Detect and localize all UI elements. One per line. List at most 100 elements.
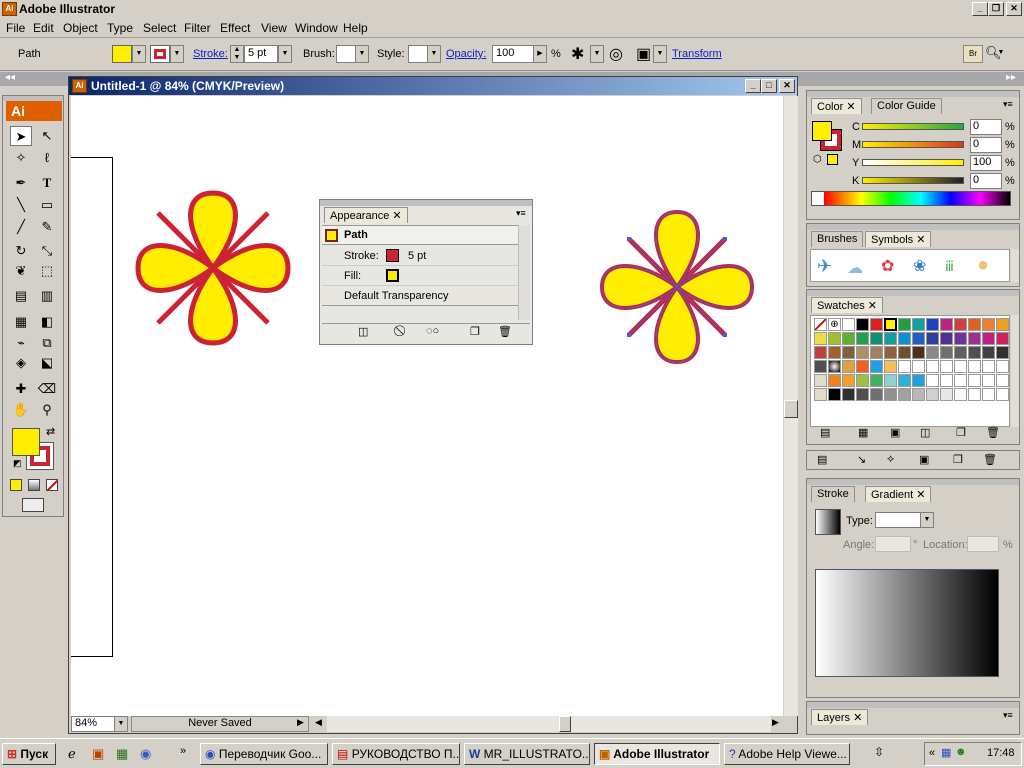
workspace-dropdown[interactable]: ▼ — [994, 45, 1008, 63]
swatch-cell[interactable] — [912, 332, 925, 345]
gradient-mode-icon[interactable] — [28, 479, 40, 491]
paintbrush-tool-icon[interactable]: ╱ — [10, 217, 32, 237]
swatch-cell[interactable] — [842, 346, 855, 359]
swatch-cell[interactable] — [940, 388, 953, 401]
fill-row-swatch[interactable] — [386, 269, 399, 282]
menu-object[interactable]: Object — [63, 21, 98, 35]
horizontal-scroll-thumb[interactable] — [559, 716, 571, 732]
gradient-slider-preview[interactable] — [815, 569, 999, 677]
dots-symbol-icon[interactable]: ● — [977, 254, 989, 277]
swatch-cell[interactable] — [814, 332, 827, 345]
menu-file[interactable]: File — [6, 21, 25, 35]
swatch-cell[interactable] — [912, 360, 925, 373]
status-menu-arrow[interactable]: ▶ — [297, 717, 304, 728]
tray-app-icon[interactable]: ☻ — [955, 746, 967, 758]
rectangle-tool-icon[interactable]: ▭ — [36, 195, 58, 215]
warp-tool-icon[interactable]: ❦ — [10, 261, 32, 281]
horizontal-scrollbar[interactable] — [327, 716, 771, 732]
color-mode-icon[interactable] — [10, 479, 22, 491]
swatch-cell[interactable] — [884, 388, 897, 401]
scroll-left-arrow[interactable]: ◀ — [315, 717, 322, 728]
hand-tool-icon[interactable]: ✋ — [10, 400, 32, 420]
stroke-color-swatch[interactable] — [150, 45, 170, 63]
swatch-cell[interactable] — [968, 318, 981, 331]
task-help-viewer[interactable]: ? Adobe Help Viewe... — [724, 743, 850, 765]
task-illustrator[interactable]: ▣ Adobe Illustrator — [594, 743, 720, 765]
swatch-cell[interactable] — [856, 360, 869, 373]
menu-type[interactable]: Type — [107, 21, 133, 35]
appearance-transparency-row[interactable]: Default Transparency — [322, 286, 518, 306]
artwork-svg[interactable] — [71, 96, 783, 716]
swatch-cell[interactable] — [926, 388, 939, 401]
swatch-cell[interactable] — [954, 388, 967, 401]
angle-field[interactable] — [875, 536, 911, 552]
swatch-cell[interactable] — [870, 388, 883, 401]
graph-tool-icon[interactable]: ▥ — [36, 286, 58, 306]
lasso-tool-icon[interactable]: ℓ — [36, 148, 58, 168]
stroke-weight-stepper[interactable]: ▲ ▼ — [230, 45, 244, 63]
swatch-cell[interactable] — [940, 360, 953, 373]
swatch-cell[interactable] — [982, 332, 995, 345]
swatch-cell[interactable] — [870, 360, 883, 373]
swatch-cell[interactable] — [940, 332, 953, 345]
swatches-scrollbar[interactable] — [1011, 315, 1019, 427]
tab-appearance[interactable]: Appearance ✕ — [324, 207, 408, 223]
swatch-cell[interactable]: ⊕ — [828, 318, 841, 331]
swatch-cell[interactable] — [842, 360, 855, 373]
swatch-cell[interactable] — [856, 374, 869, 387]
swatch-cell[interactable] — [996, 346, 1009, 359]
color-panel-grip[interactable] — [807, 91, 1019, 97]
doc-close-button[interactable]: ✕ — [779, 79, 795, 93]
swatch-cell[interactable] — [968, 360, 981, 373]
swatch-cell[interactable] — [982, 388, 995, 401]
menu-filter[interactable]: Filter — [184, 21, 211, 35]
swatch-cell[interactable] — [828, 346, 841, 359]
new-brush-icon[interactable]: ❐ — [953, 453, 963, 466]
symbols-scrollbar[interactable] — [1011, 249, 1019, 282]
tab-color[interactable]: Color ✕ — [811, 98, 862, 114]
slice-tool-icon[interactable]: ✚ — [10, 379, 32, 399]
close-button[interactable]: ✕ — [1006, 2, 1022, 16]
selection-tool-icon[interactable]: ➤ — [10, 126, 32, 146]
swap-colors-icon[interactable]: ⇄ — [46, 425, 55, 438]
doc-minimize-button[interactable]: _ — [745, 79, 761, 93]
stroke-weight-dropdown[interactable]: ▼ — [278, 45, 292, 63]
swatch-cell[interactable] — [954, 346, 967, 359]
gradient-preview-swatch[interactable] — [815, 509, 841, 535]
appearance-object-row[interactable]: Path — [322, 225, 518, 245]
symbol-sprayer-tool-icon[interactable]: ▤ — [10, 286, 32, 306]
recolor-artwork-icon[interactable]: ✱ — [571, 44, 584, 64]
new-swatch-icon[interactable]: ❐ — [956, 426, 966, 439]
swatch-cell[interactable] — [842, 318, 855, 331]
swatch-cell[interactable] — [968, 332, 981, 345]
screen-mode-icon[interactable] — [22, 498, 44, 512]
tab-symbols[interactable]: Symbols ✕ — [865, 231, 932, 247]
brushes-panel-grip[interactable] — [807, 224, 1019, 230]
duplicate-item-icon[interactable]: ❐ — [470, 325, 480, 338]
expand-icon[interactable]: ▸▸ — [1006, 72, 1016, 83]
menu-edit[interactable]: Edit — [33, 21, 54, 35]
bridge-icon[interactable]: Br — [963, 45, 983, 63]
brush-libraries-icon[interactable]: ▤ — [817, 453, 827, 466]
task-word-doc[interactable]: W MR_ILLUSTRATO... — [464, 743, 590, 765]
swatches-grid[interactable]: ⊕ — [810, 315, 1010, 427]
swatch-cell[interactable] — [968, 346, 981, 359]
swatch-cell[interactable] — [912, 388, 925, 401]
appearance-fill-row[interactable]: Fill: — [322, 266, 518, 286]
style-field[interactable] — [408, 45, 428, 63]
swatch-cell[interactable] — [898, 332, 911, 345]
doc-maximize-button[interactable]: □ — [761, 79, 777, 93]
swatch-cell[interactable] — [968, 374, 981, 387]
style-dropdown[interactable]: ▼ — [427, 45, 441, 63]
channel-k-slider[interactable] — [862, 177, 964, 184]
swatch-cell[interactable] — [996, 374, 1009, 387]
tab-brushes[interactable]: Brushes — [811, 231, 864, 247]
zoom-tool-icon[interactable]: ⚲ — [36, 400, 58, 420]
pencil-tool-icon[interactable]: ✎ — [36, 217, 58, 237]
opacity-link[interactable]: Opacity: — [446, 48, 486, 60]
channel-c-slider[interactable] — [862, 123, 964, 130]
flower-left[interactable] — [138, 193, 288, 343]
layers-panel-grip[interactable] — [807, 702, 1019, 708]
swatch-cell[interactable] — [898, 346, 911, 359]
swatch-cell[interactable] — [842, 374, 855, 387]
